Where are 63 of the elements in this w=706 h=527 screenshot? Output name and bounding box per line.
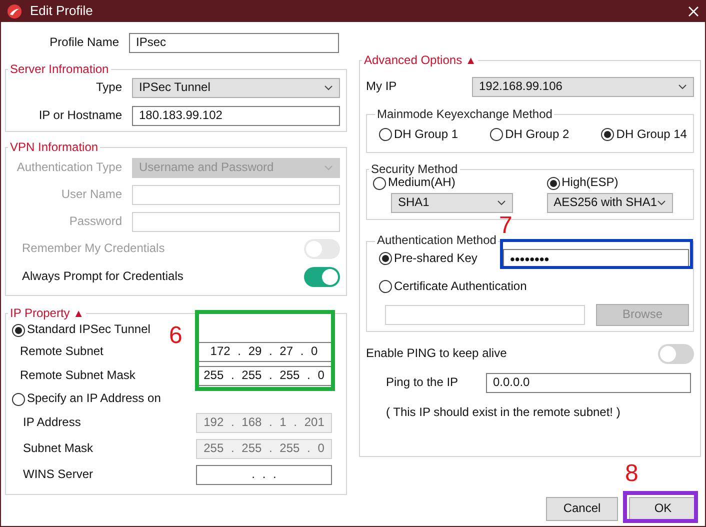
radio-button[interactable]: Pre-shared Key <box>379 252 478 266</box>
input-field[interactable] <box>132 212 340 232</box>
collapse-icon[interactable]: ▲ <box>465 55 476 67</box>
dropdown[interactable]: IPSec Tunnel <box>132 78 340 98</box>
field-label: IP Address <box>22 416 82 430</box>
radio-button[interactable]: DH Group 2 <box>490 128 570 142</box>
field-label: Remote Subnet Mask <box>19 369 136 384</box>
caret-icon <box>657 200 666 206</box>
annotation-number: 8 <box>625 462 638 486</box>
hint-text: ( This IP should exist in the remote subnet! ) <box>386 406 620 420</box>
input-field[interactable]: 0.0.0.0 <box>486 372 691 393</box>
field-label: Ping to the IP <box>385 376 460 390</box>
group-title: IP Property <box>10 306 71 320</box>
caret-icon <box>678 84 687 90</box>
password-field[interactable]: •••••••• <box>503 248 689 269</box>
group-title: Authentication Method <box>377 233 496 248</box>
ip-address-field[interactable]: . . . <box>196 465 332 486</box>
dropdown[interactable]: SHA1 <box>391 193 513 214</box>
radio-button[interactable]: Specify an IP Address on <box>12 392 161 406</box>
group-title: Security Method <box>371 162 458 176</box>
field-label: User Name <box>60 188 122 202</box>
radio-button[interactable]: Standard IPSec Tunnel <box>12 323 150 338</box>
cancel-button[interactable]: Cancel <box>546 497 618 521</box>
ip-address-field[interactable]: 255 . 255 . 255 . 0 <box>196 366 332 386</box>
dropdown[interactable]: 192.168.99.106 <box>472 76 694 97</box>
input-field[interactable] <box>385 304 585 325</box>
app-logo-icon <box>7 4 22 18</box>
field-label: Remember My Credentials <box>21 242 165 256</box>
field-label: Type <box>94 80 122 95</box>
toggle-switch[interactable] <box>658 344 694 364</box>
field-label: IP or Hostname <box>38 108 122 123</box>
radio-button[interactable]: High(ESP) <box>546 176 687 190</box>
field-label: Authentication Type <box>16 160 122 174</box>
toggle-switch[interactable] <box>304 267 340 288</box>
field-label: Always Prompt for Credentials <box>21 270 184 284</box>
caret-icon <box>324 164 333 171</box>
close-icon[interactable] <box>688 6 699 16</box>
radio-button[interactable]: DH Group 1 <box>379 128 458 142</box>
group-title: Advanced Options <box>364 53 464 67</box>
field-label: Remote Subnet <box>19 345 104 360</box>
field-label: Enable PING to keep alive <box>366 347 507 361</box>
window-title: Edit Profile <box>30 4 94 18</box>
collapse-icon[interactable]: ▲ <box>73 308 84 320</box>
radio-button[interactable]: DH Group 14 <box>601 128 687 142</box>
radio-button[interactable]: Medium(AH) <box>373 176 513 190</box>
input-field[interactable]: 180.183.99.102 <box>132 106 340 126</box>
radio-button[interactable]: Certificate Authentication <box>379 280 527 294</box>
field-label: Password <box>68 214 122 228</box>
ip-address-field[interactable]: 172 . 29 . 27 . 0 <box>196 342 332 362</box>
dropdown[interactable]: AES256 with SHA1 <box>546 193 673 214</box>
input-field[interactable] <box>132 184 340 205</box>
field-label: Profile Name <box>48 36 119 50</box>
group-title: Mainmode Keyexchange Method <box>377 106 552 121</box>
group-title: Server Infromation <box>10 62 109 76</box>
group-title: VPN Information <box>10 140 98 154</box>
annotation-number: 6 <box>169 324 182 348</box>
caret-icon <box>496 200 506 206</box>
input-field[interactable]: IPsec <box>129 33 339 53</box>
field-label: WINS Server <box>22 468 94 482</box>
field-label: Subnet Mask <box>22 442 94 456</box>
field-label: My IP <box>366 80 398 94</box>
caret-icon <box>324 84 333 91</box>
annotation-number: 7 <box>499 214 512 238</box>
